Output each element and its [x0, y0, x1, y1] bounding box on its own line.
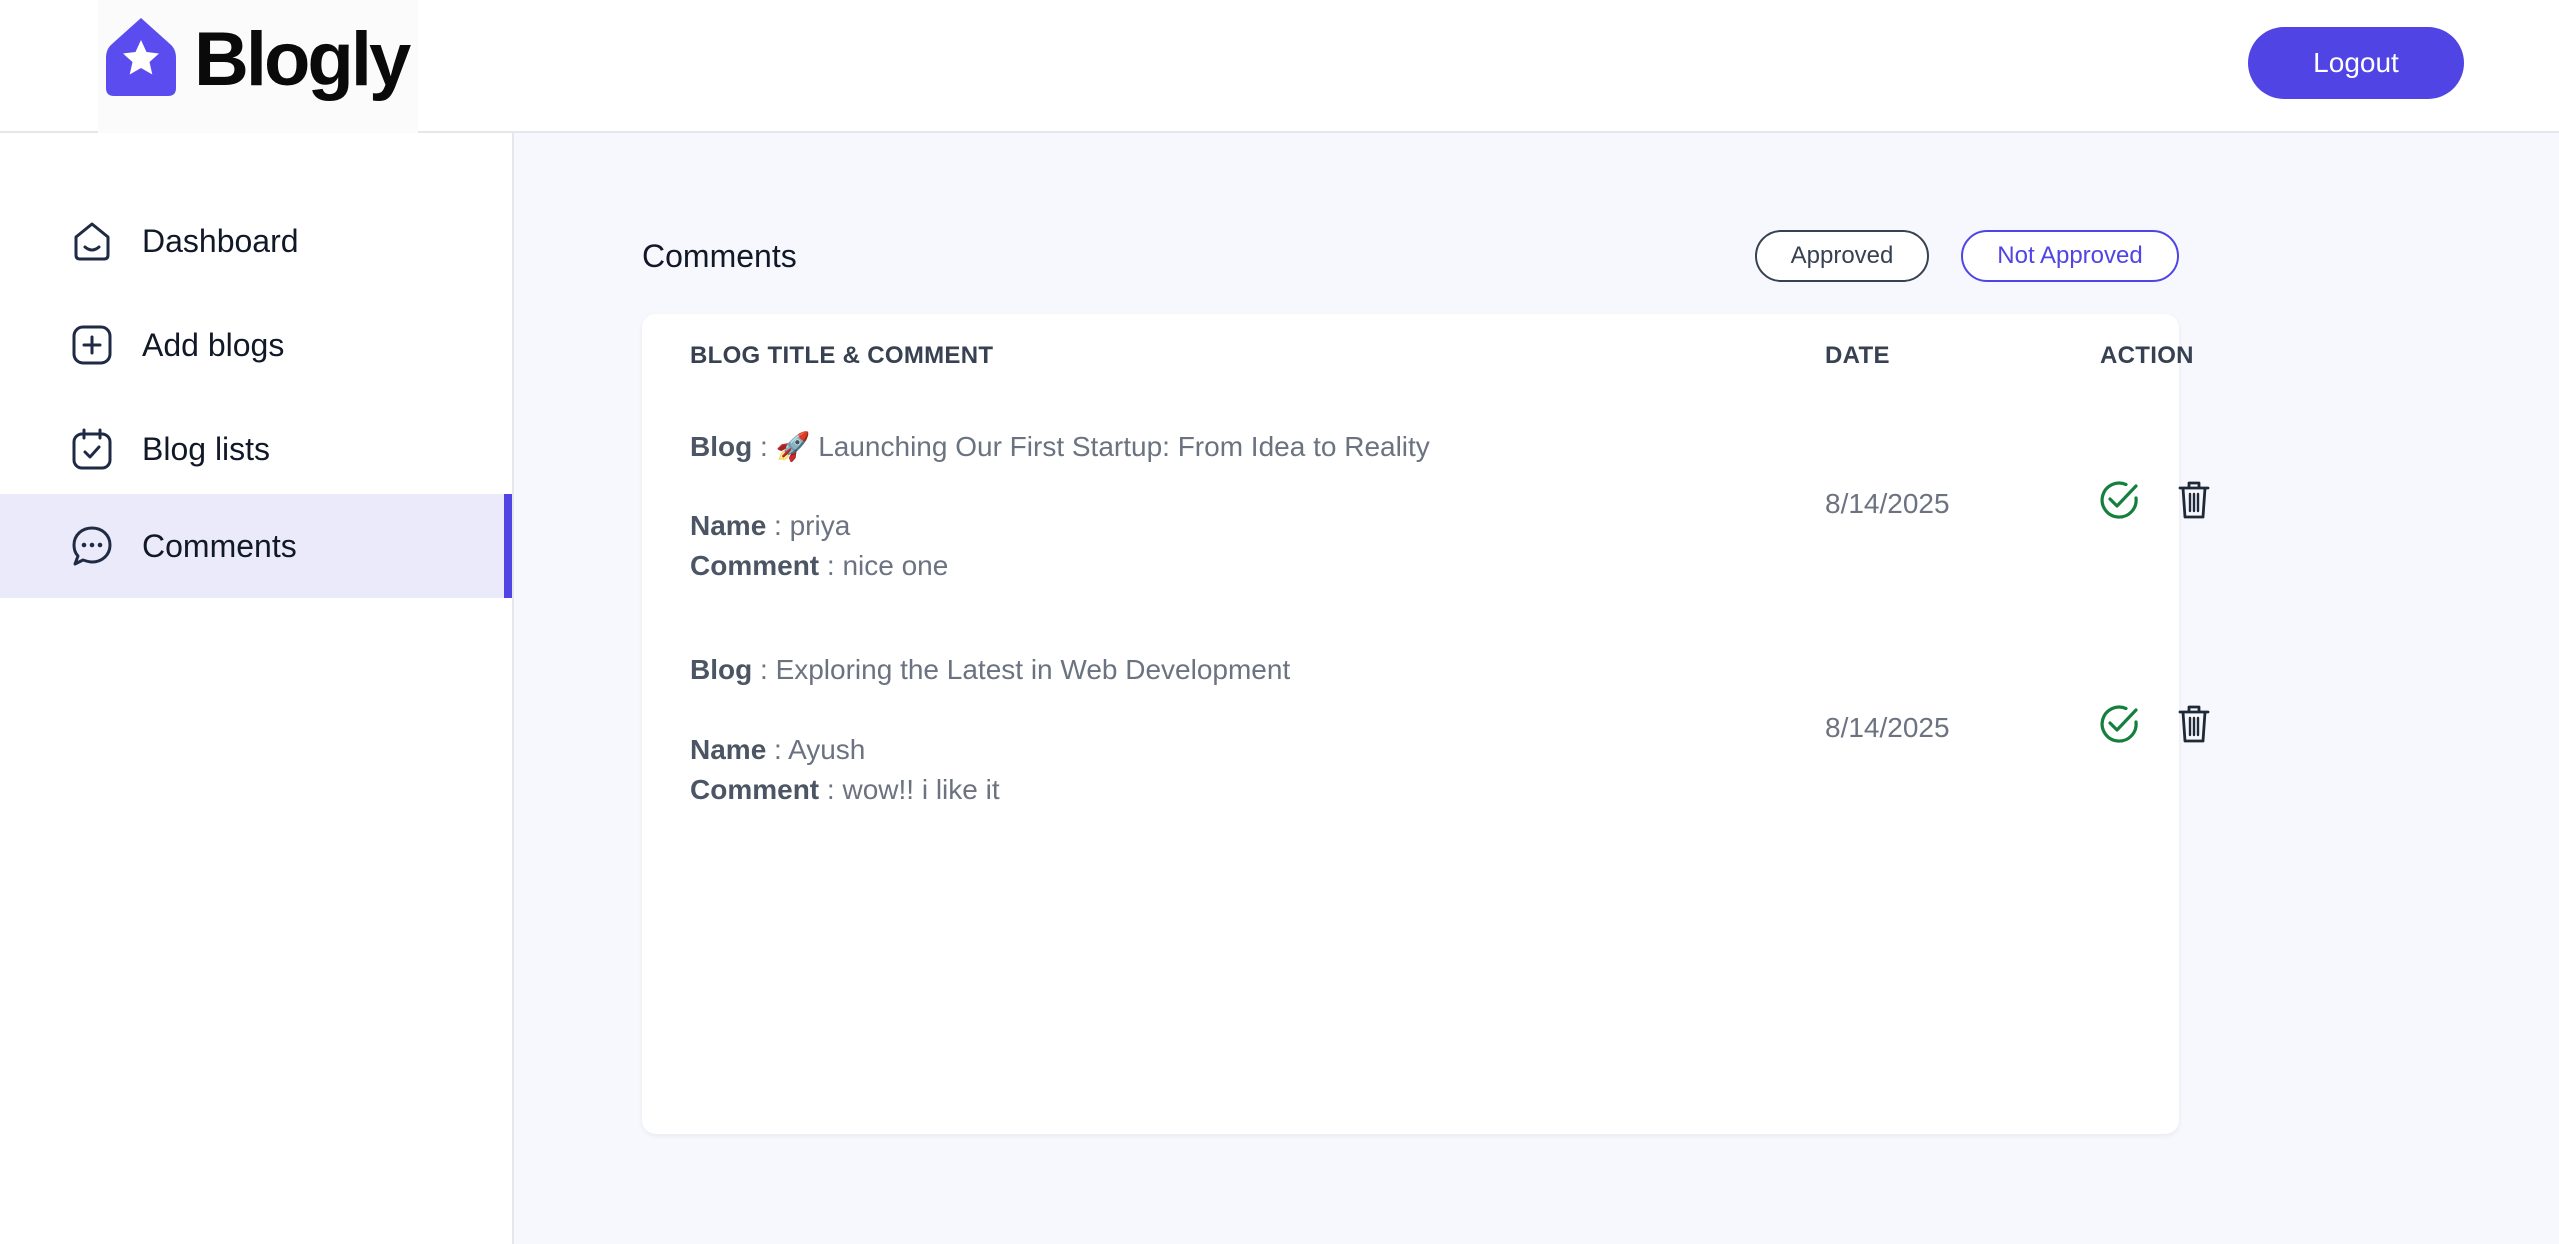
- filter-not-approved-button[interactable]: Not Approved: [1961, 230, 2179, 282]
- top-header: Blogly Logout: [0, 0, 2559, 165]
- sidebar-item-blog-lists[interactable]: Blog lists: [0, 397, 512, 501]
- add-square-icon: [72, 325, 112, 365]
- sidebar-item-label: Comments: [142, 527, 297, 564]
- blog-title-line: Blog : 🚀 Launching Our First Startup: Fr…: [690, 431, 1430, 462]
- column-header-date: DATE: [1825, 342, 1890, 369]
- commenter-name: priya: [789, 510, 851, 541]
- comment-text: nice one: [842, 550, 949, 581]
- column-header-action: ACTION: [2100, 342, 2194, 369]
- blog-label: Blog: [690, 654, 753, 685]
- column-header-title-comment: BLOG TITLE & COMMENT: [690, 342, 994, 369]
- calendar-check-icon: [72, 428, 112, 470]
- blog-title: Exploring the Latest in Web Development: [775, 654, 1291, 685]
- approve-check-icon[interactable]: [2097, 478, 2141, 522]
- brand-name: Blogly: [194, 17, 411, 102]
- sidebar-item-label: Blog lists: [142, 430, 271, 467]
- sidebar-item-label: Dashboard: [142, 222, 299, 259]
- comment-text-line: Comment : nice one: [690, 550, 949, 581]
- comment-date: 8/14/2025: [1825, 488, 1950, 519]
- logo-star-house-icon: [106, 18, 176, 96]
- home-icon: [74, 222, 110, 261]
- commenter-name-line: Name : Ayush: [690, 734, 866, 765]
- logout-button[interactable]: Logout: [2248, 27, 2464, 99]
- main-content: Comments Approved Not Approved BLOG TITL…: [514, 133, 2559, 1244]
- name-label: Name: [690, 510, 767, 541]
- delete-trash-icon[interactable]: [2172, 478, 2216, 522]
- sidebar-item-dashboard[interactable]: Dashboard: [0, 189, 512, 293]
- comment-text: wow!! i like it: [842, 774, 1000, 805]
- page-title: Comments: [642, 238, 797, 274]
- table-row: Blog : 🚀 Launching Our First Startup: Fr…: [642, 414, 2210, 638]
- sidebar-item-comments[interactable]: Comments: [0, 494, 512, 598]
- chat-bubble-icon: [72, 526, 112, 566]
- blog-title: 🚀 Launching Our First Startup: From Idea…: [775, 431, 1430, 462]
- comment-text-line: Comment : wow!! i like it: [690, 774, 1000, 805]
- sidebar-item-add-blogs[interactable]: Add blogs: [0, 293, 512, 397]
- blog-title-line: Blog : Exploring the Latest in Web Devel…: [690, 654, 1291, 685]
- commenter-name-line: Name : priya: [690, 510, 851, 541]
- commenter-name: Ayush: [788, 734, 866, 765]
- comments-table: BLOG TITLE & COMMENT DATE ACTION Blog : …: [642, 314, 2210, 1134]
- filter-approved-button[interactable]: Approved: [1755, 230, 1929, 282]
- comment-label: Comment: [690, 774, 820, 805]
- name-label: Name: [690, 734, 767, 765]
- comment-label: Comment: [690, 550, 820, 581]
- sidebar-item-label: Add blogs: [142, 326, 285, 363]
- blog-label: Blog: [690, 431, 753, 462]
- delete-trash-icon[interactable]: [2172, 702, 2216, 746]
- comment-date: 8/14/2025: [1825, 712, 1950, 743]
- approve-check-icon[interactable]: [2097, 702, 2141, 746]
- table-row: Blog : Exploring the Latest in Web Devel…: [642, 638, 2210, 862]
- sidebar: Dashboard Add blogs Blog lists Comments: [0, 133, 514, 1244]
